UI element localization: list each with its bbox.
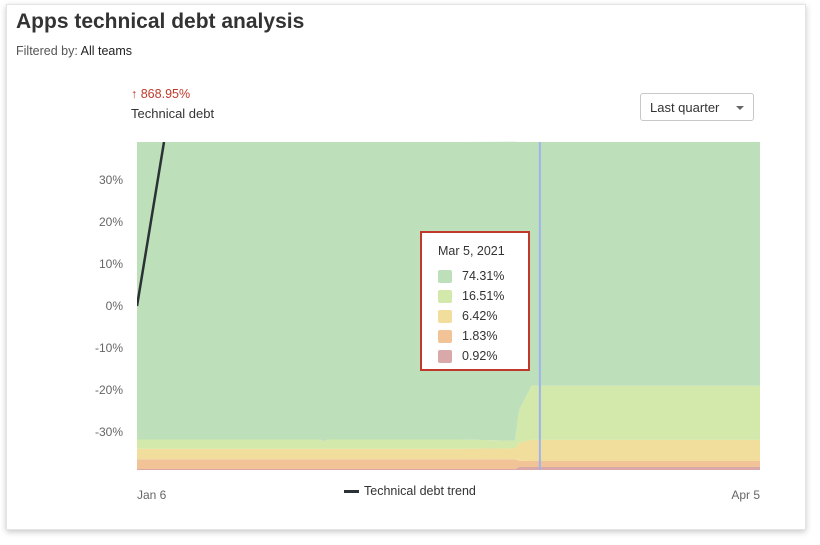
tooltip-swatch <box>438 350 452 363</box>
chart-legend: Technical debt trend <box>344 484 476 498</box>
legend-line-swatch <box>344 490 359 494</box>
tooltip-swatch <box>438 290 452 303</box>
y-tick-label: 20% <box>99 215 123 229</box>
y-tick-label: 0% <box>106 299 124 313</box>
tooltip-swatch <box>438 270 452 283</box>
x-tick-label: Jan 6 <box>137 488 167 502</box>
tooltip-value: 16.51% <box>462 289 505 303</box>
tooltip-value: 6.42% <box>462 309 498 323</box>
x-tick-label: Apr 5 <box>731 488 760 502</box>
chart-tooltip: Mar 5, 2021 74.31% 16.51% 6.42% 1.83% 0.… <box>420 231 530 371</box>
tooltip-value: 74.31% <box>462 269 505 283</box>
tooltip-date: Mar 5, 2021 <box>438 244 505 258</box>
legend-label: Technical debt trend <box>364 484 476 498</box>
y-tick-label: 30% <box>99 173 123 187</box>
tooltip-swatch <box>438 310 452 323</box>
tooltip-value: 1.83% <box>462 329 498 343</box>
stacked-area-chart: 30% 20% 10% 0% -10% -20% -30% Jan 6 Apr 5 <box>95 141 760 502</box>
tooltip-value: 0.92% <box>462 349 498 363</box>
y-tick-label: -20% <box>95 383 123 397</box>
y-tick-label: -10% <box>95 341 123 355</box>
tooltip-swatch <box>438 330 452 343</box>
y-tick-label: 10% <box>99 257 123 271</box>
y-tick-label: -30% <box>95 425 123 439</box>
